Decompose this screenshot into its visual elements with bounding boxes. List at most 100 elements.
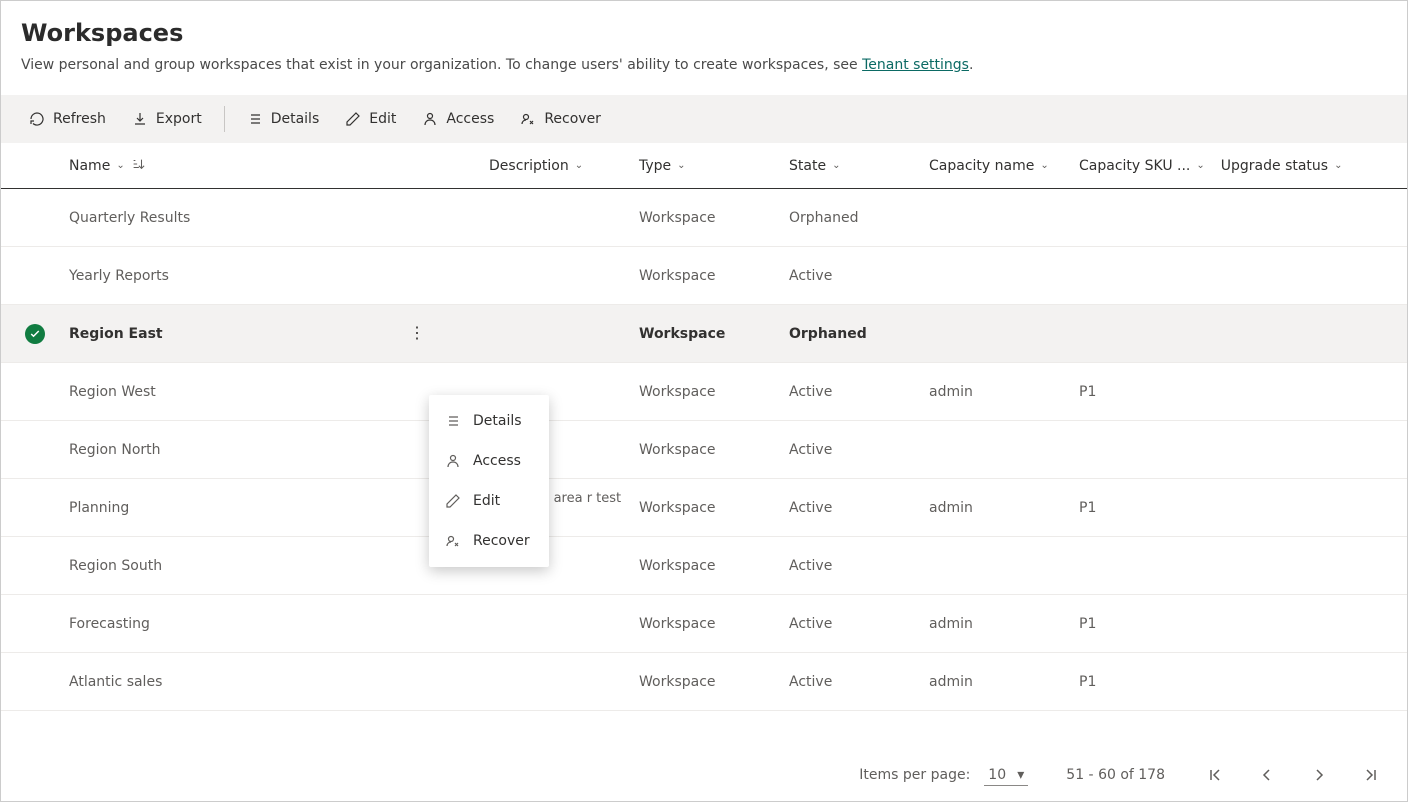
row-name-cell: Yearly Reports <box>61 247 481 305</box>
context-menu-access[interactable]: Access <box>429 441 549 481</box>
workspace-capacity_name: admin <box>929 616 973 632</box>
col-description[interactable]: Description ⌄ <box>481 143 631 189</box>
row-capacity_sku-cell <box>1071 189 1213 247</box>
row-name-cell: Atlantic sales <box>61 653 481 711</box>
items-per-page-label: Items per page: <box>859 767 970 783</box>
details-button[interactable]: Details <box>237 105 330 133</box>
table-row[interactable]: PlanningorkSpace area r test in BBTWorks… <box>1 479 1407 537</box>
row-capacity_sku-cell: P1 <box>1071 653 1213 711</box>
table-row[interactable]: Region WestWorkspaceActiveadminP1 <box>1 363 1407 421</box>
refresh-button[interactable]: Refresh <box>19 105 116 133</box>
items-per-page-select[interactable]: 10 ▾ <box>984 765 1028 786</box>
workspace-capacity_name: admin <box>929 384 973 400</box>
row-type-cell: Workspace <box>631 479 781 537</box>
prev-page-button[interactable] <box>1255 763 1279 787</box>
refresh-icon <box>29 111 45 127</box>
pencil-icon <box>345 111 361 127</box>
last-page-button[interactable] <box>1359 763 1383 787</box>
row-name-cell: Quarterly Results <box>61 189 481 247</box>
table-row[interactable]: Forecasting Workspace Active admin P1 <box>1 595 1407 653</box>
row-state-cell: Active <box>781 247 921 305</box>
workspace-name: Quarterly Results <box>69 210 190 226</box>
row-capacity_name-cell: admin <box>921 479 1071 537</box>
access-button[interactable]: Access <box>412 105 504 133</box>
col-upgrade-status[interactable]: Upgrade status ⌄ <box>1213 143 1407 189</box>
next-page-button[interactable] <box>1307 763 1331 787</box>
context-menu-edit[interactable]: Edit <box>429 481 549 521</box>
row-capacity_sku-cell <box>1071 305 1213 363</box>
workspace-state: Active <box>789 442 832 458</box>
row-state-cell: Active <box>781 595 921 653</box>
col-capacity-name[interactable]: Capacity name ⌄ <box>921 143 1071 189</box>
row-capacity_sku-cell <box>1071 537 1213 595</box>
first-page-button[interactable] <box>1203 763 1227 787</box>
workspace-state: Active <box>789 500 832 516</box>
context-menu-recover[interactable]: Recover <box>429 521 549 561</box>
row-checkbox-cell[interactable] <box>1 537 61 595</box>
col-name[interactable]: Name ⌄ <box>61 143 481 189</box>
row-name-cell: Region North <box>61 421 481 479</box>
workspace-type: Workspace <box>639 210 716 226</box>
workspace-type: Workspace <box>639 558 716 574</box>
more-options-button[interactable]: ⋮ <box>401 322 433 346</box>
workspace-state: Active <box>789 384 832 400</box>
row-checkbox-cell[interactable] <box>1 479 61 537</box>
export-button[interactable]: Export <box>122 105 212 133</box>
workspace-state: Active <box>789 674 832 690</box>
person-icon <box>422 111 438 127</box>
workspace-state: Active <box>789 616 832 632</box>
row-type-cell: Workspace <box>631 305 781 363</box>
items-per-page-value: 10 <box>988 767 1006 783</box>
table-row[interactable]: Yearly Reports Workspace Active <box>1 247 1407 305</box>
recover-button[interactable]: Recover <box>510 105 611 133</box>
workspace-capacity_sku: P1 <box>1079 616 1096 632</box>
col-type[interactable]: Type ⌄ <box>631 143 781 189</box>
row-state-cell: Active <box>781 363 921 421</box>
table-row[interactable]: Atlantic salesWorkspaceActiveadminP1 <box>1 653 1407 711</box>
row-checkbox-cell[interactable] <box>1 653 61 711</box>
row-upgrade_status-cell <box>1213 363 1407 421</box>
row-checkbox-cell[interactable] <box>1 247 61 305</box>
table-row[interactable]: Region SouthWorkspaceActive <box>1 537 1407 595</box>
row-type-cell: Workspace <box>631 363 781 421</box>
row-checkbox-cell[interactable] <box>1 189 61 247</box>
table-row[interactable]: Region NorthWorkspaceActive <box>1 421 1407 479</box>
col-capacity-sku[interactable]: Capacity SKU ... ⌄ <box>1071 143 1213 189</box>
row-upgrade_status-cell <box>1213 305 1407 363</box>
col-type-label: Type <box>639 158 671 174</box>
row-capacity_sku-cell: P1 <box>1071 363 1213 421</box>
chevron-down-icon: ⌄ <box>677 160 685 171</box>
row-name-cell: Region East⋮ <box>61 305 481 363</box>
row-checkbox-cell[interactable] <box>1 595 61 653</box>
subtitle-post: . <box>969 57 973 73</box>
table-row[interactable]: Region East⋮WorkspaceOrphaned <box>1 305 1407 363</box>
row-checkbox-cell[interactable] <box>1 363 61 421</box>
row-description-cell <box>481 189 631 247</box>
row-type-cell: Workspace <box>631 247 781 305</box>
row-capacity_sku-cell <box>1071 421 1213 479</box>
workspace-type: Workspace <box>639 268 716 284</box>
row-checkbox-cell[interactable] <box>1 305 61 363</box>
row-capacity_name-cell <box>921 189 1071 247</box>
tenant-settings-link[interactable]: Tenant settings <box>862 57 969 73</box>
row-name-cell: Region South <box>61 537 481 595</box>
context-menu-details[interactable]: Details <box>429 401 549 441</box>
edit-button[interactable]: Edit <box>335 105 406 133</box>
subtitle-pre: View personal and group workspaces that … <box>21 57 862 73</box>
chevron-down-icon: ⌄ <box>1040 160 1048 171</box>
row-state-cell: Active <box>781 479 921 537</box>
workspace-capacity_sku: P1 <box>1079 674 1096 690</box>
col-state[interactable]: State ⌄ <box>781 143 921 189</box>
table-row[interactable]: Quarterly ResultsWorkspaceOrphaned <box>1 189 1407 247</box>
workspace-capacity_name: admin <box>929 674 973 690</box>
row-type-cell: Workspace <box>631 595 781 653</box>
row-checkbox-cell[interactable] <box>1 421 61 479</box>
workspace-name: Region North <box>69 442 161 458</box>
col-name-label: Name <box>69 158 110 174</box>
refresh-label: Refresh <box>53 111 106 127</box>
col-description-label: Description <box>489 158 569 174</box>
row-capacity_sku-cell <box>1071 247 1213 305</box>
row-name-cell: Forecasting <box>61 595 481 653</box>
details-label: Details <box>271 111 320 127</box>
row-capacity_name-cell <box>921 421 1071 479</box>
